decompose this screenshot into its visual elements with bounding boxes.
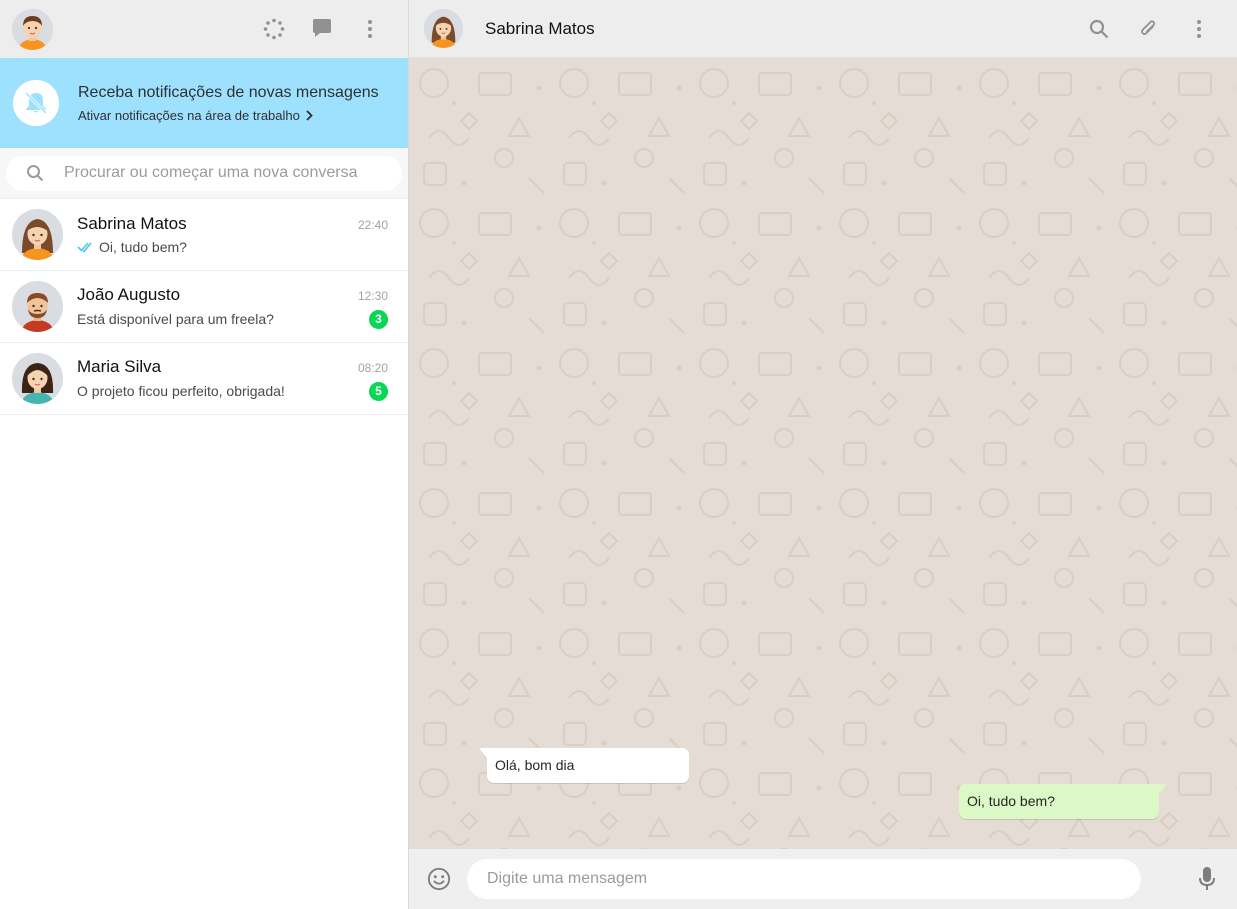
chat-name: Sabrina Matos [77,214,187,233]
search-box[interactable] [6,155,402,191]
menu-icon [1197,20,1201,38]
search-icon [1089,19,1109,39]
chevron-right-icon [306,109,313,121]
composer [409,849,1237,909]
conversation-actions [1087,0,1211,58]
bubble-tail [479,748,487,758]
voice-message-button[interactable] [1195,867,1219,891]
chat-body: Maria Silva 08:20 O projeto ficou perfei… [77,357,396,401]
avatar [12,209,63,260]
search-bar [0,148,408,199]
chat-time: 08:20 [357,360,388,375]
chat-last-message: Está disponível para um freela? [77,311,274,327]
message-outgoing: Oi, tudo bem? [959,784,1167,819]
notification-title: Receba notificações de novas mensagens [78,83,379,101]
chat-bottom: Está disponível para um freela? 3 [77,309,388,329]
status-button[interactable] [262,17,286,41]
contact-avatar-icon [12,209,63,260]
new-chat-icon [313,19,331,37]
new-chat-button[interactable] [310,17,334,41]
conversation-menu-button[interactable] [1187,17,1211,41]
avatar [12,353,63,404]
search-input[interactable] [64,164,390,182]
chat-top: Maria Silva 08:20 [77,357,388,377]
message-text: Oi, tudo bem? [967,793,1055,809]
unread-badge: 5 [369,381,388,401]
chat-bottom: O projeto ficou perfeito, obrigada! 5 [77,381,388,401]
notification-icon-wrap [13,80,59,126]
sidebar-header [0,0,408,58]
microphone-icon [1199,867,1215,890]
emoji-button[interactable] [427,867,451,891]
emoji-icon [427,867,451,891]
menu-button[interactable] [358,17,382,41]
search-icon [27,165,44,182]
message-text: Olá, bom dia [495,757,575,773]
message-incoming: Olá, bom dia [479,748,689,783]
chat-bottom: Oi, tudo bem? [77,239,388,255]
double-check-icon [77,242,92,253]
chat-item-sabrina[interactable]: Sabrina Matos 22:40 Oi, tudo bem? [0,199,408,271]
avatar[interactable] [424,9,463,48]
search-messages-button[interactable] [1087,17,1111,41]
app: Receba notificações de novas mensagens A… [0,0,1237,909]
chat-body: Sabrina Matos 22:40 Oi, tudo bem? [77,214,396,255]
bubble-tail [1159,784,1167,794]
chat-last-message: Oi, tudo bem? [77,239,187,255]
status-icon [263,18,285,40]
contact-name[interactable]: Sabrina Matos [485,19,595,39]
chat-name: Maria Silva [77,356,162,376]
chat-last-message: O projeto ficou perfeito, obrigada! [77,383,285,399]
message-input-box[interactable] [467,859,1141,899]
avatar [12,281,63,332]
notification-banner[interactable]: Receba notificações de novas mensagens A… [0,58,408,148]
sidebar-actions [262,0,382,58]
message-area[interactable]: Olá, bom dia Oi, tudo bem? [409,58,1237,849]
conversation-pane: Sabrina Matos Olá, bom dia Oi, tudo bem?… [409,0,1237,909]
bell-off-icon [13,80,59,126]
contact-avatar-icon [424,9,463,48]
avatar[interactable] [12,8,53,50]
conversation-header: Sabrina Matos [409,0,1237,58]
chat-top: João Augusto 12:30 [77,285,388,305]
paperclip-icon [1141,20,1156,35]
notification-text: Receba notificações de novas mensagens A… [78,84,379,123]
chat-time: 22:40 [357,218,388,232]
message-input[interactable] [487,870,1121,888]
chat-top: Sabrina Matos 22:40 [77,214,388,234]
sidebar: Receba notificações de novas mensagens A… [0,0,409,909]
unread-badge: 3 [369,309,388,329]
contact-avatar-icon [12,353,63,404]
chat-list: Sabrina Matos 22:40 Oi, tudo bem? João A… [0,199,408,909]
contact-avatar-icon [12,281,63,332]
chat-time: 12:30 [357,288,388,303]
enable-notifications-label: Ativar notificações na área de trabalho [78,107,300,123]
chat-body: João Augusto 12:30 Está disponível para … [77,285,396,329]
doodle-background [409,58,1237,849]
chat-item-joao[interactable]: João Augusto 12:30 Está disponível para … [0,271,408,343]
chat-item-maria[interactable]: Maria Silva 08:20 O projeto ficou perfei… [0,343,408,415]
menu-icon [368,20,372,38]
user-avatar-icon [12,8,53,50]
chat-message-text: Oi, tudo bem? [99,239,187,255]
enable-notifications-link[interactable]: Ativar notificações na área de trabalho [78,108,379,123]
attach-button[interactable] [1137,17,1161,41]
chat-name: João Augusto [77,284,181,304]
